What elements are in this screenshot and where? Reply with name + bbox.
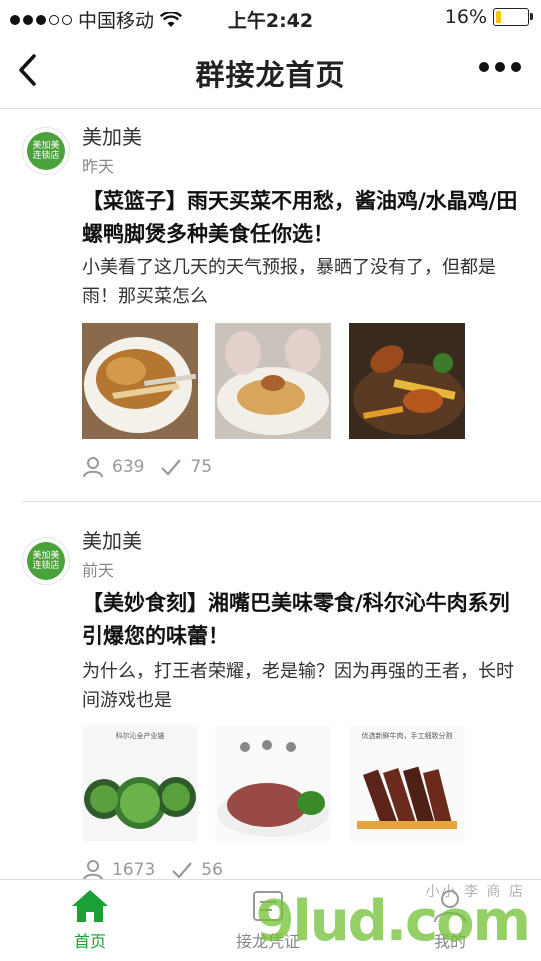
food-image-beef-chain[interactable]: 科尔沁全产业链 [82, 725, 198, 841]
page-title: 群接龙首页 [195, 58, 346, 92]
avatar[interactable]: 美加美 连锁店 [22, 127, 70, 175]
avatar[interactable]: 美加美 连锁店 [22, 537, 70, 585]
food-image-soy-chicken[interactable] [82, 323, 198, 439]
battery-status: 16% [444, 6, 533, 28]
user-icon [83, 860, 103, 879]
watermark-small-text: 小小 李 商 店 [425, 884, 525, 900]
view-count: 1673 [112, 860, 156, 879]
image-caption: 优选新鲜牛肉，手工细致分割 [361, 732, 453, 740]
post-time: 昨天 [82, 157, 115, 176]
post-description: 小美看了这几天的天气预报，暴晒了没有了，但都是雨！那买菜怎么 [82, 257, 496, 307]
status-bar: 中国移动 上午2:42 16% [0, 0, 541, 34]
food-image-snail-duck-pot[interactable] [349, 323, 465, 439]
food-image-raw-beef[interactable] [215, 725, 331, 841]
user-icon [83, 457, 103, 478]
view-count: 639 [112, 457, 145, 477]
post-title[interactable]: 【美妙食刻】湘嘴巴美味零食/科尔沁牛肉系列 引爆您的味蕾！ [82, 587, 522, 653]
post-divider [22, 501, 541, 502]
tab-home[interactable]: 首页 [40, 888, 140, 952]
check-icon [172, 862, 193, 879]
join-count: 75 [190, 457, 213, 477]
food-image-crystal-chicken[interactable] [215, 323, 331, 439]
post-description: 为什么，打王者荣耀，老是输？因为再强的王者，长时间游戏也是 [82, 661, 514, 711]
post-title[interactable]: 【菜篮子】雨天买菜不用愁，酱油鸡/水晶鸡/田螺鸭脚煲多种美食任你选！ [82, 185, 522, 251]
navigation-bar: 群接龙首页 [0, 34, 541, 109]
food-image-beef-jerky[interactable]: 优选新鲜牛肉，手工细致分割 [349, 725, 465, 841]
post-time: 前天 [82, 561, 115, 580]
battery-percent: 16% [444, 6, 487, 28]
author-name[interactable]: 美加美 [82, 121, 142, 150]
post-stats: 639 75 [82, 456, 212, 478]
author-name[interactable]: 美加美 [82, 525, 142, 554]
image-caption: 科尔沁全产业链 [115, 732, 165, 740]
check-icon [161, 459, 182, 476]
site-watermark: 小小 李 商 店 9lud.com [256, 884, 531, 954]
avatar-logo: 美加美 连锁店 [27, 132, 65, 170]
post-feed[interactable]: 美加美 连锁店 美加美 昨天 【菜篮子】雨天买菜不用愁，酱油鸡/水晶鸡/田螺鸭脚煲… [0, 109, 541, 879]
join-count: 56 [201, 860, 223, 879]
more-options-icon[interactable] [479, 62, 521, 72]
post-stats: 1673 56 [82, 859, 223, 879]
avatar-logo: 美加美 连锁店 [27, 542, 65, 580]
home-icon [72, 890, 108, 922]
tab-label: 首页 [73, 932, 106, 951]
battery-icon [493, 8, 533, 26]
